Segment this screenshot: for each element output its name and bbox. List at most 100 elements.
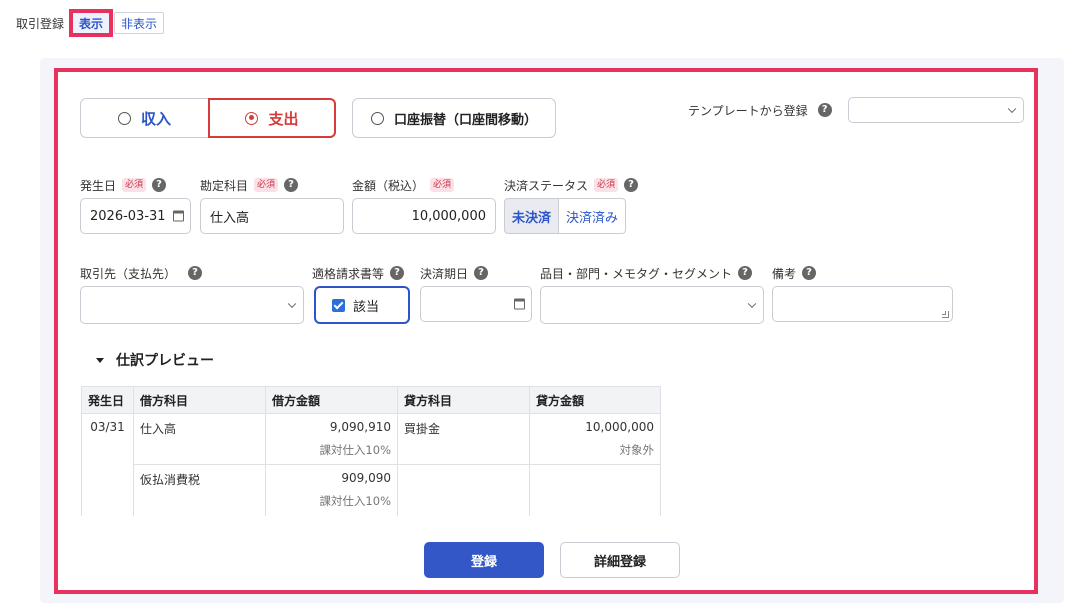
due-date-field-label: 決済期日 ? [420,264,489,282]
column-header: 貸方科目 [397,386,530,414]
income-tab[interactable]: 収入 [80,98,208,138]
status-toggle: 未決済 決済済み [504,198,627,234]
income-tab-label: 収入 [140,109,171,128]
column-header: 借方科目 [133,386,266,414]
help-icon[interactable]: ? [474,266,489,280]
empty-cell [397,490,530,516]
column-header: 借方金額 [265,386,398,414]
table-row: 仮払消費税 909,090 [82,464,661,491]
transfer-radio-icon [370,111,384,125]
debit-tax-cell: 課対仕入10% [265,490,398,516]
settled-button[interactable]: 決済済み [559,198,627,234]
required-badge: 必須 [254,178,279,192]
invoice-label: 適格請求書等 [312,266,385,281]
invoice-field-label: 適格請求書等 ? [312,264,405,282]
partner-select[interactable] [80,286,304,324]
help-icon[interactable]: ? [802,266,817,280]
expense-tab-label: 支出 [268,109,299,128]
resize-handle-icon[interactable] [942,311,949,318]
account-field-label: 勘定科目 必須 ? [200,176,299,194]
empty-cell [133,490,266,516]
account-value: 仕入高 [210,210,250,226]
credit-account-cell: 買掛金 [397,413,530,440]
date-label: 発生日 [80,178,117,193]
submit-button[interactable]: 登録 [424,542,544,578]
amount-label: 金額（税込） [352,178,425,193]
required-badge: 必須 [430,178,455,192]
help-icon[interactable]: ? [188,266,203,280]
empty-cell [397,439,530,465]
debit-amount-cell: 909,090 [265,464,398,491]
hide-button[interactable]: 非表示 [114,12,165,34]
calendar-icon[interactable] [514,298,525,310]
partner-label: 取引先（支払先） [80,266,177,281]
remarks-field-label: 備考 ? [772,264,817,282]
table-row: 03/31 仕入高 9,090,910 買掛金 10,000,000 [81,413,661,516]
table-row-tax: 課対仕入10% [82,490,661,516]
preview-title: 仕訳プレビュー [116,353,214,369]
partner-field-label: 取引先（支払先） ? [80,264,203,282]
credit-amount-cell: 10,000,000 [529,413,661,440]
help-icon[interactable]: ? [817,103,832,117]
template-row: テンプレートから登録 ? [688,98,832,122]
preview-toggle[interactable]: 仕訳プレビュー [96,350,214,370]
status-field-label: 決済ステータス 必須 ? [504,176,639,194]
transfer-tab[interactable]: 口座振替（口座間移動） [352,98,556,138]
credit-tax-cell [529,490,661,516]
empty-cell [133,439,266,465]
transfer-tab-label: 口座振替（口座間移動） [393,112,537,128]
amount-input[interactable]: 10,000,000 [352,198,496,234]
calendar-icon[interactable] [173,210,184,222]
invoice-checkbox-label: 該当 [353,299,380,315]
unsettled-button[interactable]: 未決済 [504,198,560,234]
income-radio-icon [117,111,131,125]
help-icon[interactable]: ? [738,266,753,280]
account-input[interactable]: 仕入高 [200,198,344,234]
date-value: 2026-03-31 [90,208,166,224]
debit-account-cell: 仕入高 [133,413,266,440]
display-toggle: 表示 非表示 [69,9,165,37]
required-badge: 必須 [594,178,619,192]
debit-account-cell: 仮払消費税 [133,464,266,491]
invoice-checkbox-field[interactable]: 該当 [314,286,410,324]
help-icon[interactable]: ? [624,178,639,192]
credit-amount-cell [529,464,661,491]
date-cell: 03/31 [81,413,134,516]
table-header-row: 発生日 借方科目 借方金額 貸方科目 貸方金額 [81,386,661,414]
table-row-tax: 課対仕入10% 対象外 [82,439,661,465]
expense-tab[interactable]: 支出 [208,98,336,138]
help-icon[interactable]: ? [284,178,299,192]
chevron-down-icon [1007,104,1017,114]
transaction-type-group: 収入 支出 [80,98,336,138]
date-field-label: 発生日 必須 ? [80,176,167,194]
template-label: テンプレートから登録 [688,103,808,118]
status-label: 決済ステータス [504,178,589,193]
item-field-label: 品目・部門・メモタグ・セグメント ? [540,264,753,282]
amount-value: 10,000,000 [411,208,486,224]
debit-tax-cell: 課対仕入10% [265,439,398,465]
chevron-down-icon [287,299,297,309]
date-input[interactable]: 2026-03-31 [80,198,191,234]
item-select[interactable] [540,286,764,324]
chevron-down-icon [747,299,757,309]
template-select[interactable] [848,97,1024,123]
due-date-input[interactable] [420,286,532,322]
caret-down-icon [96,357,104,363]
journal-preview-table: 発生日 借方科目 借方金額 貸方科目 貸方金額 03/31 仕入高 9,090,… [81,386,661,516]
due-date-label: 決済期日 [420,266,469,281]
help-icon[interactable]: ? [390,266,405,280]
account-label: 勘定科目 [200,178,249,193]
transaction-entry-label: 取引登録 [16,16,65,31]
column-header: 貸方金額 [529,386,661,414]
detail-entry-button[interactable]: 詳細登録 [560,542,680,578]
credit-account-cell [397,464,530,491]
show-button[interactable]: 表示 [69,9,114,37]
expense-radio-icon [245,111,259,125]
help-icon[interactable]: ? [152,178,167,192]
remarks-label: 備考 [772,266,797,281]
column-header: 発生日 [81,386,134,414]
item-label: 品目・部門・メモタグ・セグメント [540,266,733,281]
checkbox-checked-icon[interactable] [332,298,345,312]
remarks-textarea[interactable] [772,286,953,322]
credit-tax-cell: 対象外 [529,439,661,465]
